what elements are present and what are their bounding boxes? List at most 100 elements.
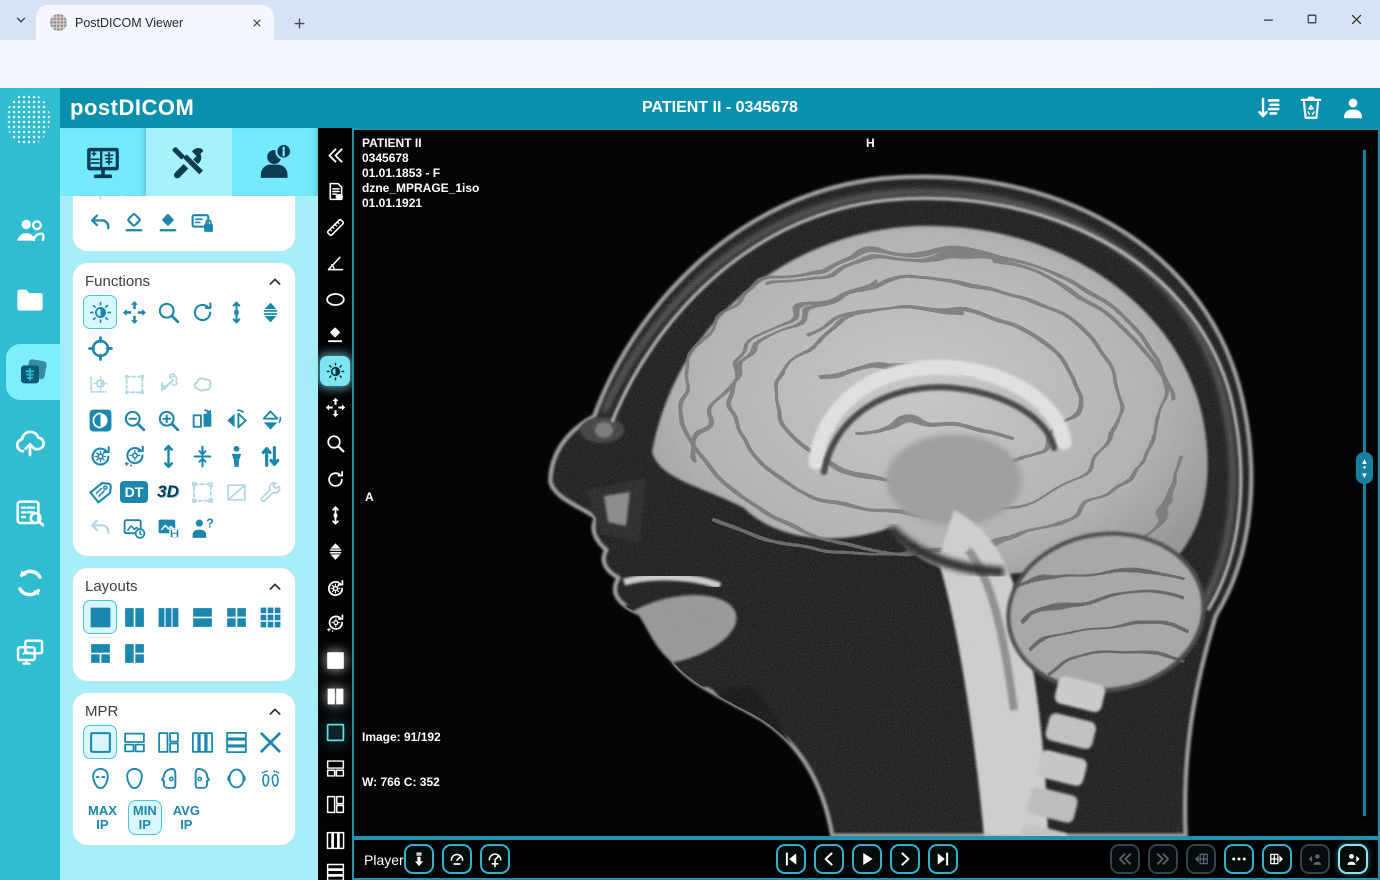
sidebar-item-xray-stack[interactable] — [6, 344, 60, 400]
reset-sparkle-icon[interactable] — [117, 439, 151, 473]
strip-eraser-icon[interactable] — [318, 318, 352, 352]
window-maximize-button[interactable] — [1290, 0, 1334, 38]
sort-updown-icon[interactable] — [253, 439, 287, 473]
pan-icon[interactable] — [117, 295, 151, 329]
strip-mpr-l2r-icon[interactable] — [318, 787, 352, 821]
avg-ip-button[interactable]: AVG IP — [168, 800, 205, 835]
flip-h-icon[interactable] — [219, 403, 253, 437]
mpr-l2r-icon[interactable] — [151, 725, 185, 759]
strip-rotate-icon[interactable] — [318, 462, 352, 496]
cine-icon[interactable] — [253, 295, 287, 329]
tab-search-button[interactable] — [8, 7, 34, 33]
baseline-icon[interactable] — [219, 196, 253, 204]
scroll-v-icon[interactable] — [219, 295, 253, 329]
target-circle-icon[interactable] — [83, 331, 117, 365]
strip-magnify-icon[interactable] — [318, 426, 352, 460]
strip-mpr-3col-icon[interactable] — [318, 823, 352, 857]
panel-tab-tools[interactable] — [146, 128, 232, 196]
more-button[interactable] — [1224, 844, 1254, 874]
speed-down-button[interactable] — [442, 844, 472, 874]
nav-play-button[interactable] — [852, 844, 882, 874]
layout-l2r-icon[interactable] — [117, 636, 151, 670]
zoom-in-icon[interactable] — [151, 403, 185, 437]
zoom-out-icon[interactable] — [117, 403, 151, 437]
mpr-t2b-icon[interactable] — [117, 725, 151, 759]
invert-icon[interactable] — [83, 403, 117, 437]
slice-slider-thumb[interactable]: ▲ ● ▼ — [1356, 452, 1373, 484]
trash-recycle-button[interactable] — [1298, 95, 1324, 121]
grid-next-button[interactable] — [1262, 844, 1292, 874]
mpr-3row-icon[interactable] — [219, 725, 253, 759]
eraser-icon[interactable] — [151, 206, 185, 240]
image-viewport[interactable]: PATIENT II 0345678 01.01.1853 - Fdzne_MPRA… — [352, 128, 1380, 838]
sidebar-item-list-search[interactable] — [0, 485, 60, 541]
strip-mpr-single-icon[interactable] — [318, 715, 352, 749]
angle-probe-icon[interactable] — [151, 196, 185, 204]
magnify-icon[interactable] — [151, 295, 185, 329]
expand-v-icon[interactable] — [151, 439, 185, 473]
person-stand-icon[interactable] — [219, 439, 253, 473]
flip-page-icon[interactable] — [185, 403, 219, 437]
nav-first-button[interactable] — [776, 844, 806, 874]
dt-icon[interactable]: DT — [117, 475, 151, 509]
person-question-icon[interactable]: ? — [185, 511, 219, 545]
mpr-single-icon[interactable] — [83, 725, 117, 759]
layout-t2b-icon[interactable] — [83, 636, 117, 670]
tab-close-icon[interactable] — [248, 14, 266, 32]
collapse-chevron-icon[interactable] — [267, 274, 283, 290]
strip-angle-icon[interactable] — [318, 246, 352, 280]
layout-3x3-icon[interactable] — [253, 600, 287, 634]
freehand-icon[interactable] — [185, 196, 219, 204]
head-front-icon[interactable] — [83, 761, 117, 795]
new-tab-button[interactable] — [286, 10, 312, 36]
reset-rotate-icon[interactable] — [83, 439, 117, 473]
max-ip-button[interactable]: MAX IP — [83, 800, 122, 835]
layout-2row-icon[interactable] — [185, 600, 219, 634]
sidebar-item-screens-share[interactable] — [0, 624, 60, 680]
head-left-icon[interactable] — [151, 761, 185, 795]
strip-cine-icon[interactable] — [318, 534, 352, 568]
strip-pan-icon[interactable] — [318, 390, 352, 424]
rotate-icon[interactable] — [185, 295, 219, 329]
collapse-v-icon[interactable] — [185, 439, 219, 473]
tag-icon[interactable] — [83, 475, 117, 509]
speed-up-button[interactable] — [480, 844, 510, 874]
feet-icon[interactable] — [253, 761, 287, 795]
flip-v-icon[interactable] — [253, 403, 287, 437]
wl-icon[interactable] — [83, 295, 117, 329]
mpr-cross-icon[interactable] — [253, 725, 287, 759]
strip-report-eye-icon[interactable] — [318, 174, 352, 208]
undo-icon[interactable] — [83, 206, 117, 240]
user-button[interactable] — [1340, 95, 1366, 121]
mpr-3col-icon[interactable] — [185, 725, 219, 759]
head-right-icon[interactable] — [185, 761, 219, 795]
sidebar-item-sync[interactable] — [0, 555, 60, 611]
collapse-chevron-icon[interactable] — [267, 579, 283, 595]
sidebar-item-folder[interactable] — [0, 272, 60, 328]
collapse-chevron-icon[interactable] — [267, 704, 283, 720]
window-minimize-button[interactable] — [1246, 0, 1290, 38]
nav-prev-button[interactable] — [814, 844, 844, 874]
strip-layout-1x2-icon[interactable] — [318, 679, 352, 713]
strip-mpr-t2b-icon[interactable] — [318, 751, 352, 785]
strip-wl-icon[interactable] — [318, 354, 352, 388]
head-back-icon[interactable] — [117, 761, 151, 795]
sidebar-item-people[interactable] — [0, 202, 60, 258]
strip-ruler-icon[interactable] — [318, 210, 352, 244]
min-ip-button[interactable]: MIN IP — [127, 800, 162, 836]
image-save-icon[interactable] — [151, 511, 185, 545]
layout-1x2-icon[interactable] — [117, 600, 151, 634]
strip-chevrons-left-icon[interactable] — [318, 138, 352, 172]
threed-icon[interactable]: 3D — [151, 475, 185, 509]
strip-ellipse-icon[interactable] — [318, 282, 352, 316]
head-top-icon[interactable] — [219, 761, 253, 795]
image-clock-icon[interactable] — [117, 511, 151, 545]
layout-1x3-icon[interactable] — [151, 600, 185, 634]
nav-last-button[interactable] — [928, 844, 958, 874]
layout-1x1-icon[interactable] — [83, 600, 117, 634]
screen-lock-icon[interactable] — [185, 206, 219, 240]
window-close-button[interactable] — [1334, 0, 1378, 38]
layout-2x2-icon[interactable] — [219, 600, 253, 634]
strip-layout-1x1-icon[interactable] — [318, 643, 352, 677]
probe-icon[interactable] — [117, 196, 151, 204]
